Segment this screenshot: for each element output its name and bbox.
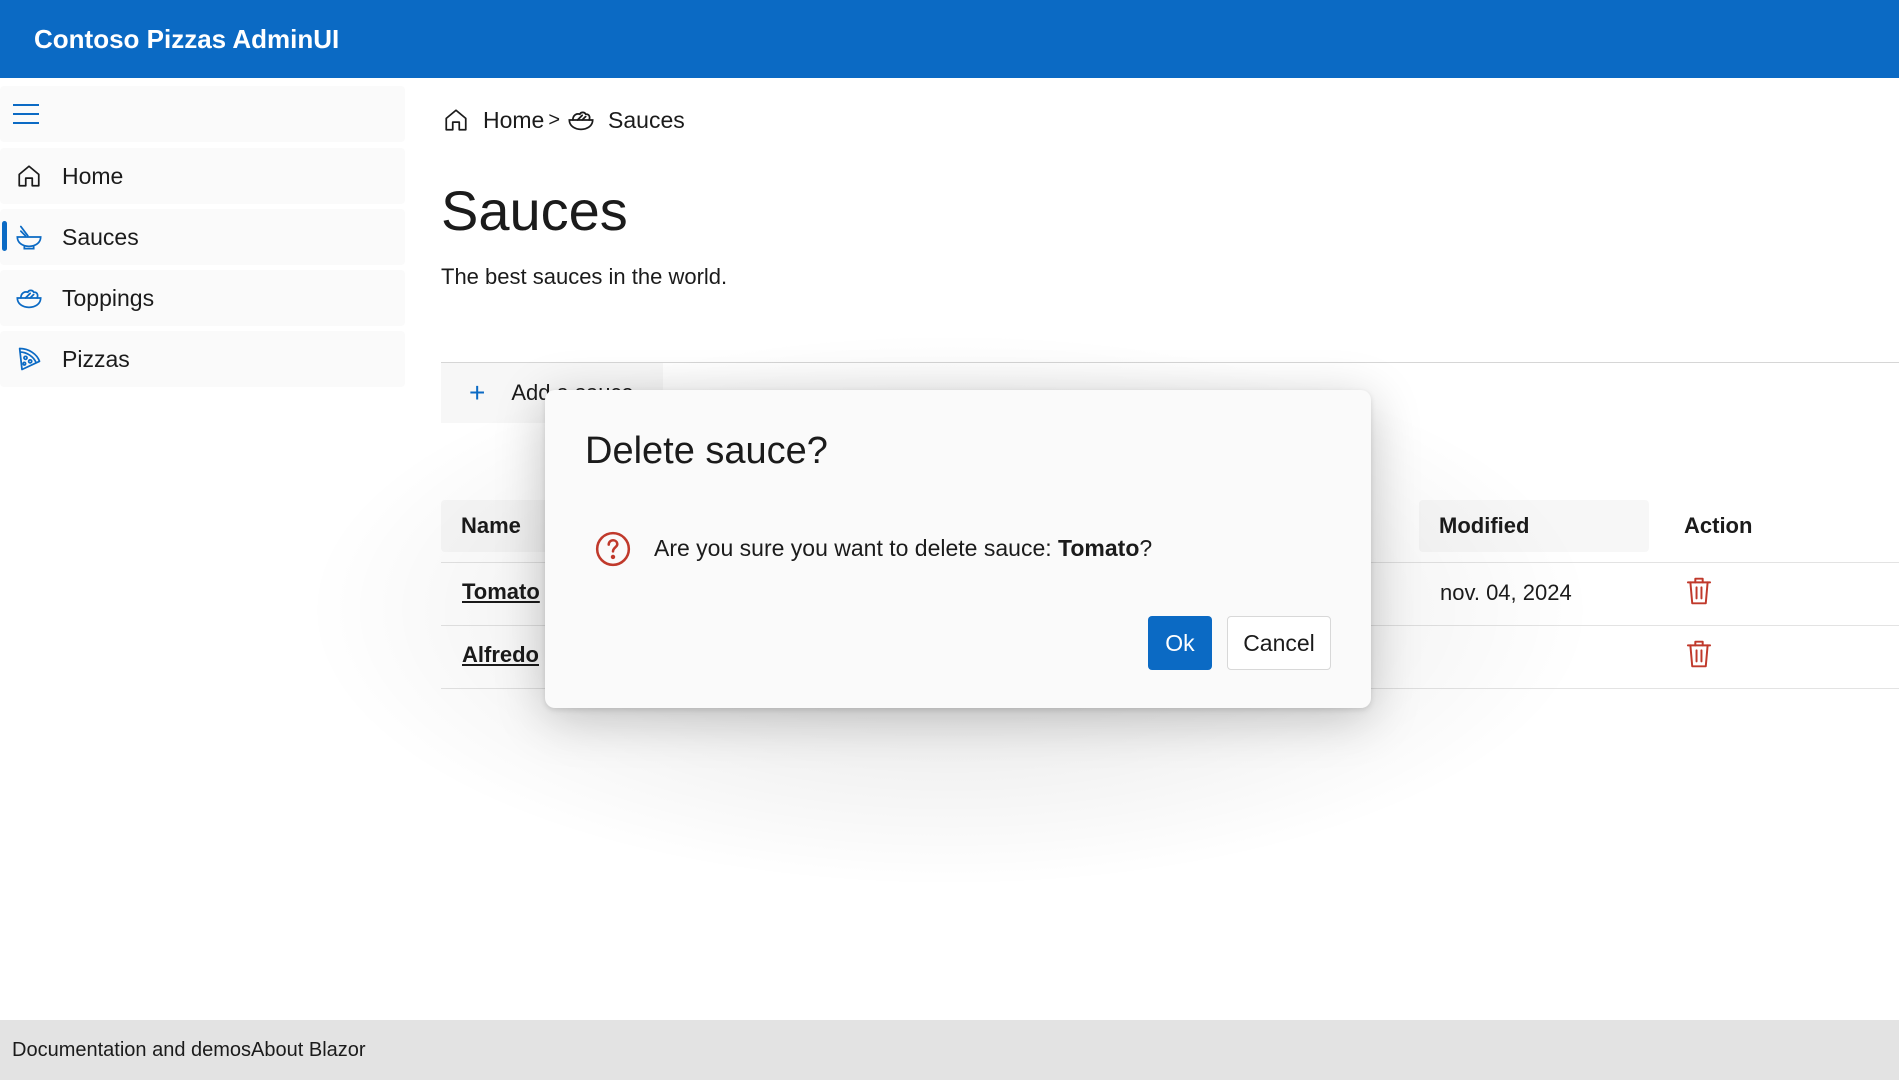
- question-circle-icon: [595, 531, 631, 567]
- sauce-name-link[interactable]: Alfredo: [462, 642, 539, 668]
- page-title: Sauces: [441, 179, 628, 242]
- modified-date: nov. 04, 2024: [1440, 580, 1572, 605]
- bowl-icon: [13, 221, 45, 253]
- salad-icon: [13, 282, 45, 314]
- salad-icon: [566, 105, 596, 135]
- sidebar-item-toppings[interactable]: Toppings: [0, 270, 405, 326]
- breadcrumb: Home > Sauces: [441, 100, 685, 140]
- home-icon: [13, 160, 45, 192]
- ok-button[interactable]: Ok: [1148, 616, 1212, 670]
- sauce-name-link[interactable]: Tomato: [462, 579, 540, 605]
- trash-icon[interactable]: [1684, 575, 1714, 607]
- sidebar-item-home[interactable]: Home: [0, 148, 405, 204]
- cancel-button[interactable]: Cancel: [1227, 616, 1331, 670]
- column-header-action: Action: [1684, 513, 1753, 538]
- home-icon: [441, 105, 471, 135]
- page-footer: Documentation and demos About Blazor: [0, 1020, 1899, 1080]
- pizza-slice-icon: [13, 343, 45, 375]
- sidebar-item-sauces[interactable]: Sauces: [0, 209, 405, 265]
- breadcrumb-current: Sauces: [608, 106, 685, 133]
- footer-link-about-blazor[interactable]: About Blazor: [251, 1039, 366, 1062]
- menu-toggle-button[interactable]: [0, 86, 405, 142]
- page-description: The best sauces in the world.: [441, 264, 728, 289]
- breadcrumb-separator: >: [548, 108, 561, 131]
- trash-icon[interactable]: [1684, 638, 1714, 670]
- app-title[interactable]: Contoso Pizzas AdminUI: [34, 24, 339, 55]
- column-header-modified[interactable]: Modified: [1419, 500, 1649, 552]
- breadcrumb-home-link[interactable]: Home: [483, 107, 544, 134]
- dialog-message: Are you sure you want to delete sauce: T…: [654, 535, 1153, 561]
- dialog-title: Delete sauce?: [585, 430, 828, 472]
- delete-confirm-dialog: Delete sauce? Are you sure you want to d…: [545, 390, 1371, 708]
- footer-link-documentation[interactable]: Documentation and demos: [12, 1039, 251, 1062]
- hamburger-icon: [13, 104, 39, 124]
- sidebar-item-label: Sauces: [62, 223, 139, 250]
- sidebar-item-label: Toppings: [62, 284, 155, 311]
- dialog-item-name: Tomato: [1058, 535, 1140, 561]
- sidebar-item-label: Home: [62, 162, 124, 189]
- sidebar-item-label: Pizzas: [62, 345, 130, 372]
- app-header: Contoso Pizzas AdminUI: [0, 0, 1899, 78]
- plus-icon: +: [469, 377, 486, 408]
- sidebar-item-pizzas[interactable]: Pizzas: [0, 331, 405, 387]
